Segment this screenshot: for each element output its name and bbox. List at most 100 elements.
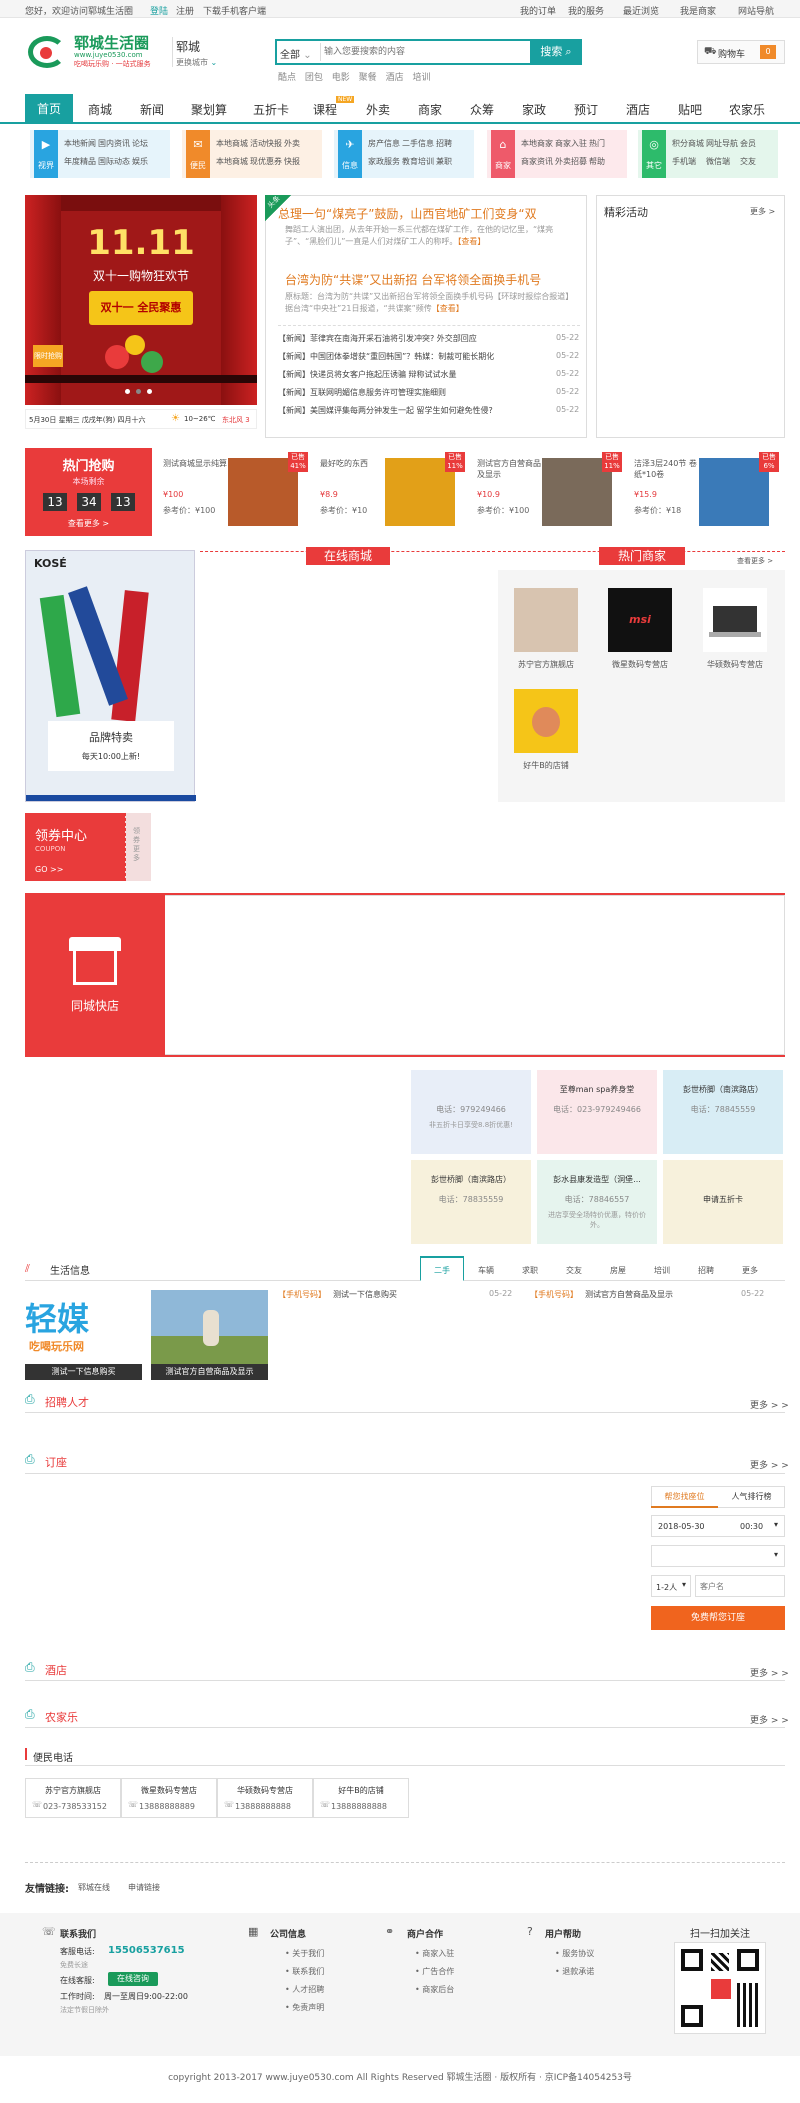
phone-card[interactable]: 华硕数码专营店 ☏ 13888888888 <box>217 1778 313 1818</box>
company-link[interactable]: • 人才招聘 <box>285 1984 324 1995</box>
nav-farmhouse[interactable]: 农家乐 <box>729 101 765 118</box>
headline-1[interactable]: 总理一句“煤亮子”鼓励，山西官地矿工们变身“双 <box>278 205 578 222</box>
search-button[interactable]: 搜索 ⌕ <box>530 39 582 65</box>
hot-shop-tab[interactable]: 热门商家 <box>599 547 685 565</box>
carousel-dot[interactable] <box>147 389 152 394</box>
search-input[interactable] <box>324 42 524 62</box>
category-link[interactable]: 国际动态 <box>98 156 130 167</box>
flash-item-name[interactable]: 测试商城显示纯算 <box>163 458 227 482</box>
local-shop-card[interactable]: 彭世桥脚（南滨路店） 电话：78835559 <box>411 1160 531 1244</box>
nav-group-buy[interactable]: 聚划算 <box>191 101 227 118</box>
booking-people-select[interactable]: 1-2人 ▾ <box>651 1575 691 1597</box>
switch-city-link[interactable]: 更换城市 ⌄ <box>176 57 217 68</box>
hot-tag[interactable]: 电影 <box>332 73 350 83</box>
flash-item-name[interactable]: 洁泽3层240节 卷纸*10卷 <box>634 458 698 482</box>
category-link[interactable]: 论坛 <box>132 138 148 149</box>
hot-shop-more[interactable]: 查看更多 > <box>737 556 773 566</box>
category-link[interactable]: 现优惠券 <box>250 156 282 167</box>
carousel-dot[interactable] <box>125 389 130 394</box>
nav-forum[interactable]: 贴吧 <box>678 101 702 118</box>
local-shop-card[interactable]: 申请五折卡 <box>663 1160 783 1244</box>
online-mall-tab[interactable]: 在线商城 <box>306 547 390 565</box>
life-tab[interactable]: 招聘 <box>684 1265 728 1276</box>
login-link[interactable]: 登陆 <box>150 4 168 17</box>
category-link[interactable]: 外卖招募 <box>555 156 587 167</box>
headline-1-more[interactable]: 【查看】 <box>457 237 485 246</box>
company-link[interactable]: • 关于我们 <box>285 1948 324 1959</box>
nav-course[interactable]: 课程 <box>313 101 337 118</box>
carousel-dot[interactable] <box>136 389 141 394</box>
hot-shop-name[interactable]: 微星数码专营店 <box>594 659 686 670</box>
category-link[interactable]: 会员 <box>740 138 756 149</box>
life-tab[interactable]: 车辆 <box>464 1265 508 1276</box>
category-link[interactable]: 家政服务 <box>368 156 400 167</box>
help-link[interactable]: • 退款承诺 <box>555 1966 594 1977</box>
life-tab[interactable]: 更多 <box>728 1265 772 1276</box>
category-link[interactable]: 房产信息 <box>368 138 400 149</box>
booking-tab-find[interactable]: 帮您找座位 <box>651 1486 718 1508</box>
nav-merchant[interactable]: 商家 <box>418 101 442 118</box>
category-link[interactable]: 本地商城 <box>216 156 248 167</box>
nav-news[interactable]: 新闻 <box>140 101 164 118</box>
flash-item-name[interactable]: 最好吃的东西 <box>320 458 384 482</box>
local-shop-card[interactable]: 彭水县康发造型（洞堡... 电话：78846557 进店享受全场特价优惠，特价价外。 <box>537 1160 657 1244</box>
life-tab[interactable]: 求职 <box>508 1265 552 1276</box>
site-nav-link[interactable]: 网站导航 <box>738 4 774 17</box>
category-icon[interactable]: ✈ 信息 <box>338 130 362 178</box>
category-link[interactable]: 教育培训 <box>402 156 434 167</box>
category-link[interactable]: 本地商家 <box>521 138 553 149</box>
my-orders-link[interactable]: 我的订单 <box>520 4 556 17</box>
booking-tab-rank[interactable]: 人气排行榜 <box>718 1486 785 1508</box>
category-icon[interactable]: ◎ 其它 <box>642 130 666 178</box>
company-link[interactable]: • 免责声明 <box>285 2002 324 2013</box>
nav-mall[interactable]: 商城 <box>88 101 112 118</box>
category-link[interactable]: 微信端 <box>706 156 730 167</box>
nav-home[interactable]: 首页 <box>25 94 73 124</box>
friend-link[interactable]: 郓城在线 <box>78 1882 110 1893</box>
category-link[interactable]: 本地商城 <box>216 138 248 149</box>
booking-restaurant-select[interactable]: ▾ <box>651 1545 785 1567</box>
headline-2-more[interactable]: 【查看】 <box>432 304 464 313</box>
hot-tag[interactable]: 酷点 <box>278 73 296 83</box>
news-item[interactable]: 【新闻】快递员将女客户拖起压诱骗 辩称试试水量 <box>278 369 548 380</box>
hot-shop-name[interactable]: 华硕数码专营店 <box>689 659 781 670</box>
farm-more[interactable]: 更多 > > <box>750 1713 789 1726</box>
recent-link[interactable]: 最近浏览 <box>623 4 659 17</box>
booking-submit-button[interactable]: 免费帮您订座 <box>651 1606 785 1630</box>
jobs-more[interactable]: 更多 > > <box>750 1398 789 1411</box>
hot-shop-name[interactable]: 好牛B的店铺 <box>500 760 592 771</box>
news-item[interactable]: 【新闻】美国媒评集每两分钟发生一起 留学生如何避免性侵? <box>278 405 548 416</box>
nav-booking[interactable]: 预订 <box>574 101 598 118</box>
nav-hotel[interactable]: 酒店 <box>626 101 650 118</box>
local-shop-banner[interactable]: 同城快店 <box>25 895 165 1055</box>
hot-tag[interactable]: 酒店 <box>386 73 404 83</box>
hotel-more[interactable]: 更多 > > <box>750 1666 789 1679</box>
life-tab[interactable]: 房屋 <box>596 1265 640 1276</box>
shop-logo[interactable] <box>514 689 578 753</box>
flash-item-name[interactable]: 测试官方自营商品及显示 <box>477 458 541 482</box>
category-link[interactable]: 积分商城 <box>672 138 704 149</box>
brand-sale-card[interactable]: KOSÉ 品牌特卖 每天10:00上新! <box>25 550 196 802</box>
partner-link[interactable]: • 商家后台 <box>415 1984 454 1995</box>
category-link[interactable]: 外卖 <box>284 138 300 149</box>
news-item[interactable]: 【新闻】中国团体拳增获“重回韩国”？韩媒：制裁可能长期化 <box>278 351 548 362</box>
promo-banner[interactable]: 11.11 双十一购物狂欢节 双十一 全民聚惠 限时抢购 <box>25 195 257 405</box>
news-item[interactable]: 【新闻】菲律宾在南海开采石油将引发冲突? 外交部回应 <box>278 333 548 344</box>
category-link[interactable]: 网址导航 <box>706 138 738 149</box>
booking-more[interactable]: 更多 > > <box>750 1458 789 1471</box>
life-photo-image[interactable]: 测试官方自营商品及显示 <box>151 1290 268 1380</box>
local-shop-card[interactable]: 彭世桥脚（南滨路店） 电话：78845559 <box>663 1070 783 1154</box>
online-consult-button[interactable]: 在线咨询 <box>108 1972 158 1986</box>
headline-2[interactable]: 台湾为防“共谍”又出新招 台军将领全面换手机号 <box>285 271 575 288</box>
category-link[interactable]: 活动快报 <box>250 138 282 149</box>
hot-tag[interactable]: 团包 <box>305 73 323 83</box>
shop-logo[interactable] <box>514 588 578 652</box>
category-link[interactable]: 商家资讯 <box>521 156 553 167</box>
coupon-center[interactable]: 领券中心 COUPON GO >> <box>25 813 125 881</box>
category-link[interactable]: 热门 <box>589 138 605 149</box>
my-service-link[interactable]: 我的服务 <box>568 4 604 17</box>
nav-discount-card[interactable]: 五折卡 <box>253 101 289 118</box>
phone-card[interactable]: 好牛B的店铺 ☏ 13888888888 <box>313 1778 409 1818</box>
phone-card[interactable]: 苏宁官方旗舰店 ☏ 023-738533152 <box>25 1778 121 1818</box>
merchant-link[interactable]: 我是商家 <box>680 4 716 17</box>
